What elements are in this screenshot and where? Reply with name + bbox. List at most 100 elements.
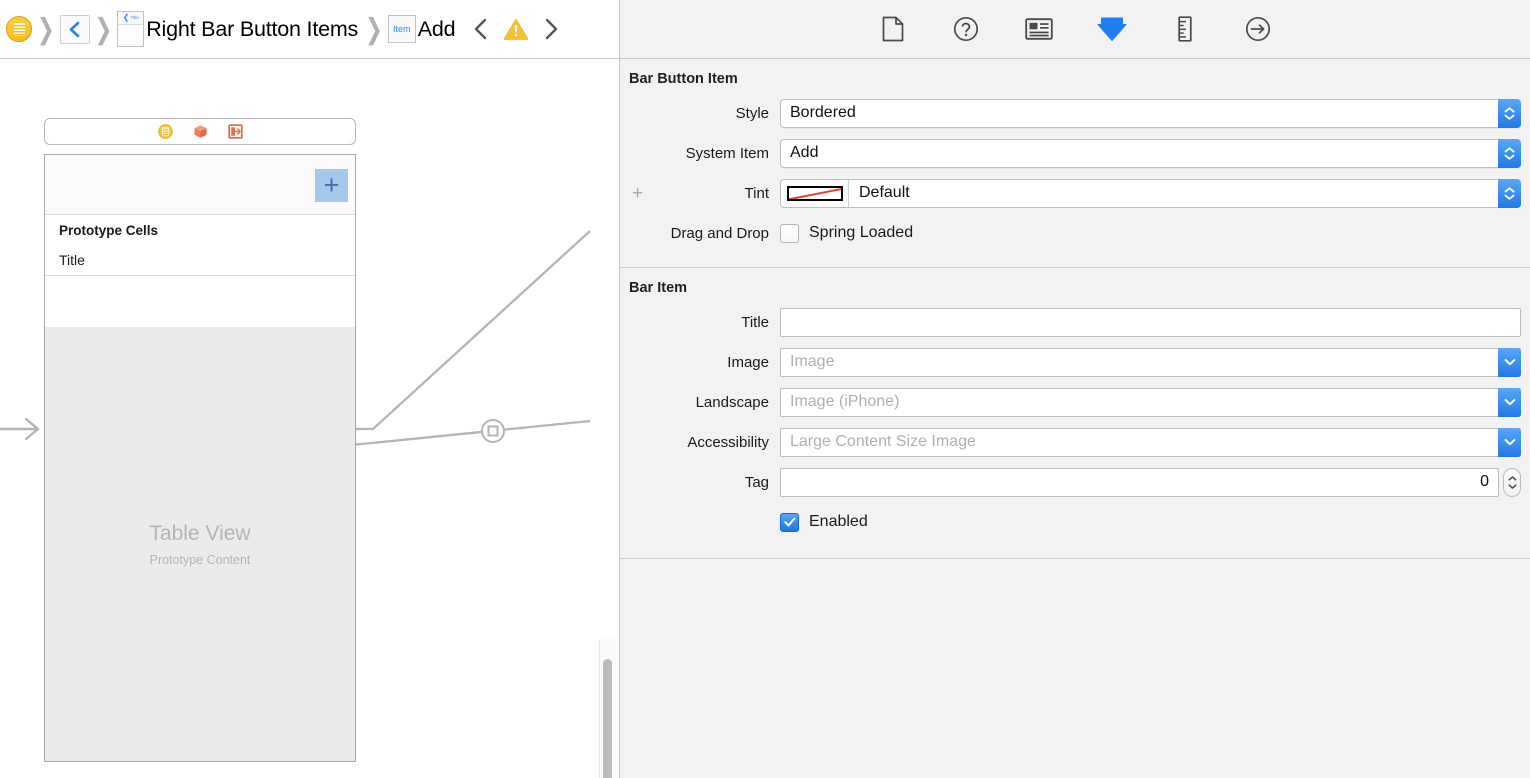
breadcrumb-title[interactable]: Right Bar Button Items	[144, 17, 360, 42]
scene-thumbnail[interactable]: ❮ Title	[117, 11, 145, 47]
breadcrumb-separator: ❯	[94, 13, 113, 45]
system-item-row: System Item Add	[620, 133, 1530, 173]
landscape-row: Landscape Image (iPhone)	[620, 382, 1530, 422]
accessibility-label: Accessibility	[687, 433, 769, 451]
tint-row: + Tint Default	[620, 173, 1530, 213]
style-row: Style Bordered	[620, 93, 1530, 133]
prototype-cells-header: Prototype Cells	[45, 215, 355, 245]
accessibility-chevron-down-icon[interactable]	[1498, 427, 1521, 457]
style-label: Style	[735, 104, 769, 122]
bar-button-item-section: Bar Button Item Style Bordered System It…	[620, 59, 1530, 268]
tint-label: Tint	[744, 184, 769, 202]
table-view-title: Table View	[149, 521, 251, 545]
spring-loaded-checkbox[interactable]	[780, 223, 799, 243]
warning-triangle-icon[interactable]	[503, 17, 529, 41]
scene-thumbnail-title: Title	[130, 14, 140, 21]
enabled-row: Enabled	[620, 502, 1530, 542]
enabled-label: Enabled	[809, 513, 868, 530]
related-files-icon[interactable]	[6, 16, 32, 42]
quick-help-inspector-button[interactable]	[949, 12, 983, 46]
section-divider	[620, 558, 1530, 559]
storyboard-canvas[interactable]: + Prototype Cells Title Table View Proto…	[0, 59, 620, 778]
exit-icon[interactable]	[227, 124, 243, 139]
image-label: Image	[727, 353, 769, 371]
system-item-label: System Item	[685, 144, 769, 162]
add-bar-button-item-label: +	[323, 170, 340, 200]
prototype-cell-title: Title	[59, 252, 85, 268]
system-item-popup-stepper-icon[interactable]	[1498, 138, 1521, 168]
style-value: Bordered	[790, 104, 856, 121]
table-view-placeholder[interactable]: Table View Prototype Content	[45, 327, 355, 761]
no-color-swatch-icon	[786, 185, 843, 201]
shield-down-arrow-icon	[1097, 17, 1127, 41]
ruler-icon	[1178, 16, 1192, 42]
document-lines-icon	[13, 22, 25, 36]
thumb-back-chevron-icon: ❮	[122, 13, 130, 22]
identity-inspector-button[interactable]	[1022, 12, 1056, 46]
document-icon	[882, 16, 904, 42]
accessibility-placeholder: Large Content Size Image	[790, 433, 976, 450]
image-placeholder: Image	[790, 353, 835, 370]
style-popup-stepper-icon[interactable]	[1498, 98, 1521, 128]
title-input[interactable]	[780, 307, 1521, 337]
id-card-icon	[1025, 18, 1053, 40]
next-issue-chevron-icon[interactable]	[543, 17, 559, 41]
view-controller-scene[interactable]: + Prototype Cells Title Table View Proto…	[44, 154, 356, 762]
bar-button-item-section-title: Bar Button Item	[629, 71, 738, 87]
jump-bar-right-controls	[473, 17, 559, 41]
connections-inspector-button[interactable]	[1241, 12, 1275, 46]
tag-label: Tag	[744, 473, 769, 491]
add-bar-button-item[interactable]: +	[315, 169, 348, 202]
tint-color-swatch[interactable]	[781, 179, 849, 207]
tint-value: Default	[859, 184, 910, 201]
enabled-checkbox[interactable]	[780, 512, 799, 532]
bar-item-section-title: Bar Item	[629, 280, 688, 296]
prototype-cell[interactable]: Title	[45, 245, 355, 276]
add-variation-plus-icon[interactable]: +	[632, 184, 643, 203]
drag-and-drop-row: Drag and Drop Spring Loaded	[620, 213, 1530, 253]
canvas-vertical-scrollbar-track[interactable]	[599, 639, 616, 778]
landscape-combo-box[interactable]: Image (iPhone)	[780, 387, 1521, 417]
title-label: Title	[741, 313, 769, 331]
first-responder-icon[interactable]	[193, 124, 208, 139]
attributes-inspector-button[interactable]	[1095, 12, 1129, 46]
tag-row: Tag 0	[620, 462, 1530, 502]
system-item-value: Add	[790, 144, 819, 161]
inspector-selector-bar	[621, 0, 1530, 58]
previous-issue-chevron-icon[interactable]	[473, 17, 489, 41]
tag-input[interactable]: 0	[780, 467, 1499, 497]
breadcrumb-separator: ❯	[37, 13, 55, 45]
size-inspector-button[interactable]	[1168, 12, 1202, 46]
arrow-in-circle-icon	[1245, 16, 1271, 42]
bar-item-thumbnail[interactable]: Item	[387, 15, 416, 43]
image-row: Image Image	[620, 342, 1530, 382]
bar-item-section: Bar Item Title Image Image Landscape Ima…	[620, 268, 1530, 559]
title-row: Title	[620, 302, 1530, 342]
image-chevron-down-icon[interactable]	[1498, 347, 1521, 377]
accessibility-combo-box[interactable]: Large Content Size Image	[780, 427, 1521, 457]
style-popup-button[interactable]: Bordered	[780, 98, 1521, 128]
attributes-inspector-panel: Bar Button Item Style Bordered System It…	[620, 59, 1530, 778]
file-inspector-button[interactable]	[876, 12, 910, 46]
tint-popup-button[interactable]: Default	[780, 178, 1521, 208]
selection-title[interactable]: Add	[416, 17, 458, 42]
tint-popup-stepper-icon[interactable]	[1498, 178, 1521, 208]
image-combo-box[interactable]: Image	[780, 347, 1521, 377]
view-controller-icon[interactable]	[157, 124, 173, 139]
scene-thumbnail-navbar: ❮ Title	[118, 12, 144, 25]
back-button[interactable]	[59, 14, 90, 44]
tag-stepper[interactable]	[1503, 467, 1521, 497]
landscape-label: Landscape	[695, 393, 769, 411]
navigation-bar[interactable]: +	[45, 155, 355, 215]
bar-item-thumbnail-label: Item	[392, 23, 411, 34]
breadcrumb-separator: ❯	[365, 13, 383, 45]
system-item-popup-button[interactable]: Add	[780, 138, 1521, 168]
landscape-chevron-down-icon[interactable]	[1498, 387, 1521, 417]
landscape-placeholder: Image (iPhone)	[790, 393, 900, 410]
drag-and-drop-label: Drag and Drop	[670, 224, 769, 242]
scene-dock[interactable]	[44, 118, 356, 145]
top-bar: ❯ ❯ ❮ Title Right Bar Button Items ❯ Ite…	[0, 0, 1530, 59]
canvas-vertical-scrollbar-thumb[interactable]	[603, 659, 612, 778]
table-view-subtitle: Prototype Content	[149, 552, 251, 567]
jump-bar: ❯ ❯ ❮ Title Right Bar Button Items ❯ Ite…	[0, 0, 620, 58]
